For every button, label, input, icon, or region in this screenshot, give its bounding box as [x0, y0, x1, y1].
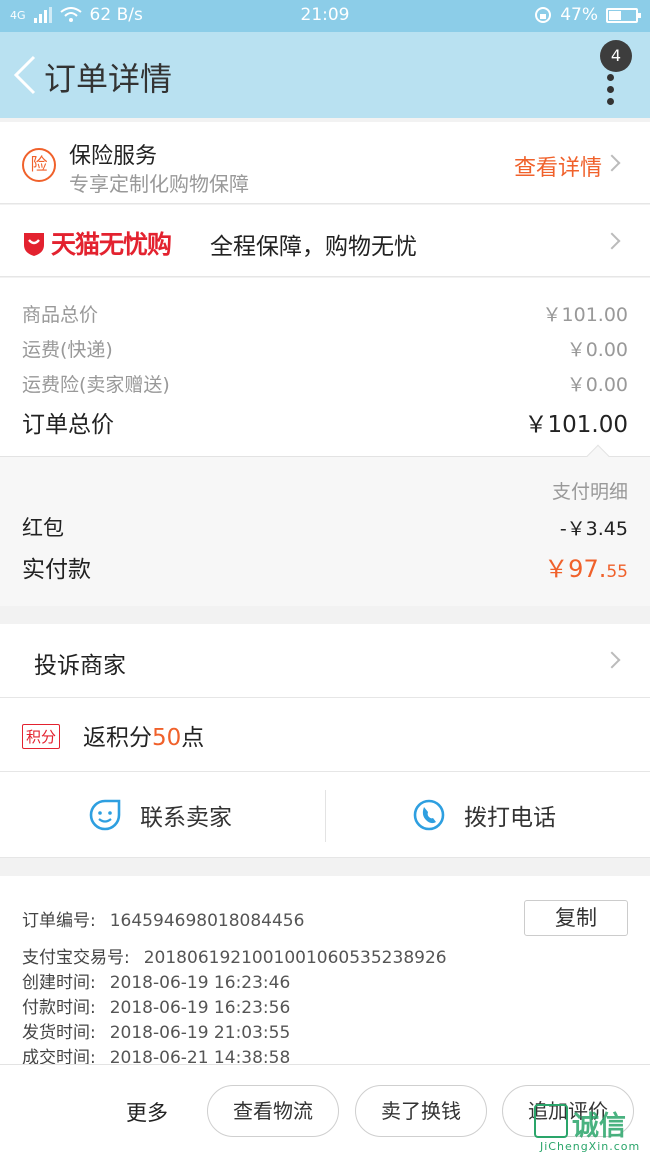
contact-seller-button[interactable]: 联系卖家 — [88, 772, 232, 858]
shipped-time: 2018-06-19 21:03:55 — [109, 1023, 291, 1043]
shipping-row: 运费(快递) ￥0.00 — [22, 335, 628, 362]
alipay-number-row: 支付宝交易号: 2018061921001001060535238926 — [22, 943, 447, 968]
tmall-shield-icon — [24, 233, 44, 256]
contact-row: 联系卖家 拨打电话 — [0, 772, 650, 858]
complain-seller-label: 投诉商家 — [34, 653, 126, 679]
goods-total-label: 商品总价 — [22, 304, 99, 326]
payment-detail: 支付明细 红包 -￥3.45 实付款 ￥97.55 — [0, 444, 650, 606]
tmall-brand: 天猫无忧购 — [51, 230, 172, 259]
shipped-time-label: 发货时间: — [22, 1023, 96, 1043]
chevron-right-icon — [603, 232, 621, 250]
payment-detail-header: 支付明细 — [22, 477, 628, 504]
alipay-number: 2018061921001001060535238926 — [143, 948, 447, 968]
resell-button[interactable]: 卖了换钱 — [355, 1085, 487, 1137]
paid-cents: 55 — [606, 562, 628, 582]
order-total-row: 订单总价 ￥101.00 — [22, 405, 628, 439]
divider — [325, 790, 326, 842]
alipay-number-label: 支付宝交易号: — [22, 948, 130, 968]
copy-button[interactable]: 复制 — [524, 900, 628, 936]
paid-main: ￥97. — [544, 555, 607, 583]
back-arrow-icon[interactable] — [10, 54, 40, 96]
created-time-row: 创建时间: 2018-06-19 16:23:46 — [22, 968, 290, 993]
points-row: 积分 返积分50点 — [0, 698, 650, 772]
order-total-value: ￥101.00 — [524, 412, 628, 438]
created-time: 2018-06-19 16:23:46 — [109, 973, 291, 993]
paid-time: 2018-06-19 16:23:56 — [109, 998, 291, 1018]
chat-bubble-icon — [89, 799, 121, 831]
paid-time-label: 付款时间: — [22, 998, 96, 1018]
shipping-label: 运费(快递) — [22, 339, 113, 361]
goods-total-value: ￥101.00 — [542, 304, 628, 326]
phone-icon — [413, 799, 445, 831]
more-menu-icon[interactable] — [606, 74, 616, 105]
payment-detail-label: 支付明细 — [551, 481, 628, 503]
tmall-guarantee-text: 全程保障，购物无忧 — [210, 234, 417, 260]
message-badge[interactable]: 4 — [600, 40, 632, 72]
status-bar: 4G 62 B/s 21:09 47% — [0, 0, 650, 32]
call-phone-button[interactable]: 拨打电话 — [412, 772, 556, 858]
battery-icon — [606, 7, 641, 23]
paid-label: 实付款 — [22, 557, 91, 583]
chevron-right-icon — [603, 651, 621, 669]
points-tag: 积分 — [22, 724, 61, 749]
order-number-label: 订单编号: — [22, 911, 96, 931]
watermark-text: 诚信 — [572, 1111, 626, 1142]
watermark-logo-icon — [534, 1104, 568, 1138]
insurance-title: 保险服务 — [69, 144, 158, 169]
watermark-url: JiChengXin.com — [540, 1140, 641, 1153]
shipping-insurance-value: ￥0.00 — [566, 374, 628, 396]
view-details-link[interactable]: 查看详情 — [514, 150, 602, 182]
insurance-subtitle: 专享定制化购物保障 — [69, 172, 249, 196]
tmall-guarantee-card[interactable]: 天猫无忧购 全程保障，购物无忧 — [0, 205, 650, 277]
shipped-time-row: 发货时间: 2018-06-19 21:03:55 — [22, 1018, 290, 1043]
paid-row: 实付款 ￥97.55 — [22, 549, 628, 584]
insurance-card[interactable]: 险 保险服务 专享定制化购物保障 查看详情 — [0, 122, 650, 204]
order-info: 订单编号: 164594698018084456 复制 支付宝交易号: 201806… — [0, 876, 650, 1068]
complain-seller-row[interactable]: 投诉商家 — [0, 624, 650, 698]
more-button[interactable]: 更多 — [126, 1097, 168, 1127]
redpacket-value: -￥3.45 — [559, 518, 628, 540]
rotation-lock-icon — [535, 7, 552, 23]
redpacket-row: 红包 -￥3.45 — [22, 512, 628, 542]
created-label: 创建时间: — [22, 973, 96, 993]
paid-time-row: 付款时间: 2018-06-19 16:23:56 — [22, 993, 290, 1018]
order-number-row: 订单编号: 164594698018084456 — [22, 906, 304, 931]
points-text: 返积分50点 — [83, 725, 205, 751]
contact-seller-label: 联系卖家 — [140, 805, 232, 831]
insurance-icon: 险 — [22, 148, 56, 182]
goods-total-row: 商品总价 ￥101.00 — [22, 300, 628, 327]
redpacket-label: 红包 — [22, 516, 64, 540]
order-total-label: 订单总价 — [22, 412, 114, 438]
nav-bar: 订单详情 4 — [0, 32, 650, 118]
shipping-insurance-row: 运费险(卖家赠送) ￥0.00 — [22, 370, 628, 397]
paid-value: ￥97.55 — [544, 549, 628, 584]
shipping-value: ￥0.00 — [566, 339, 628, 361]
chevron-right-icon — [603, 154, 621, 172]
page-title: 订单详情 — [44, 60, 173, 98]
order-number: 164594698018084456 — [109, 911, 305, 931]
battery-percent: 47% — [560, 5, 598, 25]
view-logistics-button[interactable]: 查看物流 — [207, 1085, 339, 1137]
shipping-insurance-label: 运费险(卖家赠送) — [22, 374, 170, 396]
call-phone-label: 拨打电话 — [464, 805, 556, 831]
price-summary: 商品总价 ￥101.00 运费(快递) ￥0.00 运费险(卖家赠送) ￥0.0… — [0, 278, 650, 456]
